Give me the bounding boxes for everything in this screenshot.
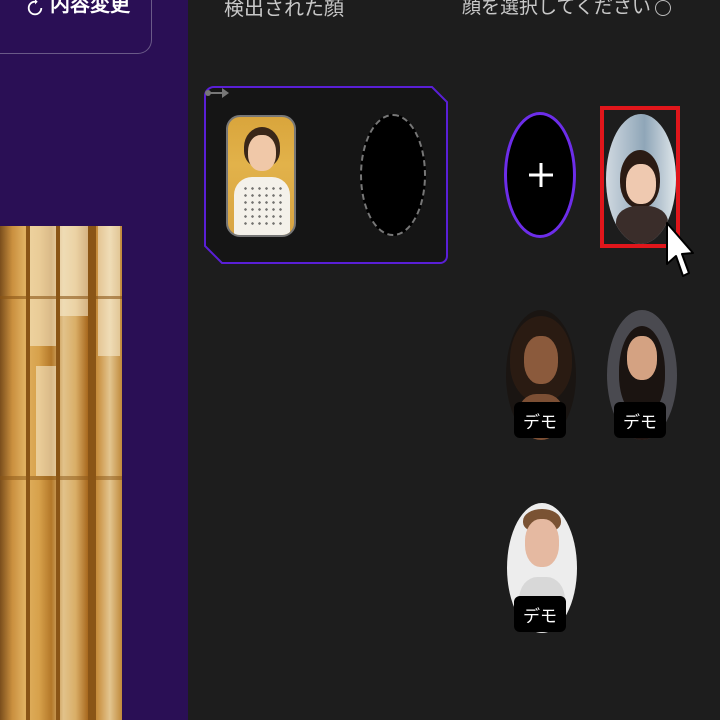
demo-badge: デモ <box>514 596 566 632</box>
demo-badge: デモ <box>614 402 666 438</box>
left-panel: 内容変更 <box>0 0 188 720</box>
detected-face-thumbnail[interactable] <box>226 115 296 237</box>
detected-face-card[interactable] <box>204 86 448 264</box>
target-face-slot[interactable] <box>360 114 426 236</box>
change-content-label: 内容変更 <box>50 0 130 16</box>
add-face-button[interactable] <box>504 112 576 238</box>
select-face-hint: 顔を選択してください <box>462 0 671 19</box>
detected-faces-title: 検出された顔 <box>224 0 344 20</box>
plus-icon <box>529 163 553 187</box>
mouse-pointer-icon <box>666 222 694 277</box>
change-content-button[interactable]: 内容変更 <box>0 0 152 54</box>
refresh-icon <box>27 0 43 16</box>
demo-badge: デモ <box>514 402 566 438</box>
arrow-right-icon <box>205 88 229 98</box>
content-preview-image <box>0 226 122 720</box>
info-icon[interactable] <box>654 0 671 16</box>
